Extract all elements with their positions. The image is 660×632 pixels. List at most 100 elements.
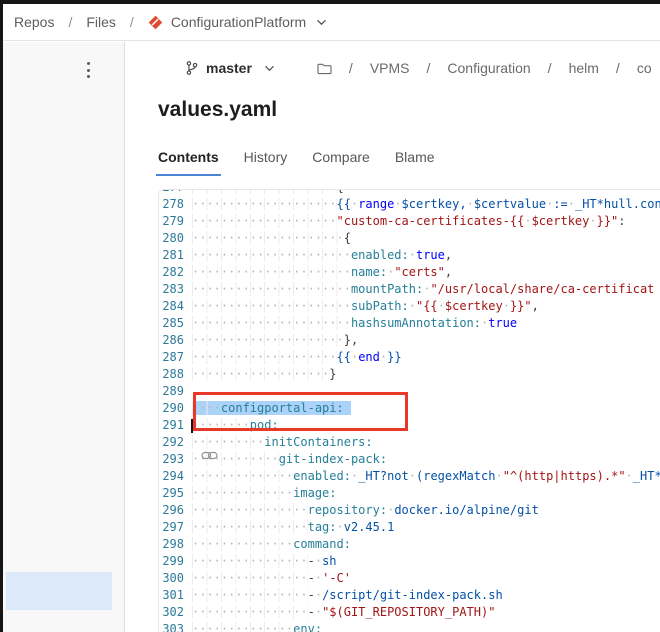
code-line[interactable]: 278····················{{·range·$certkey… bbox=[159, 196, 660, 213]
file-path-bar: master / VPMS / Configuration / helm / c… bbox=[125, 56, 660, 80]
breadcrumb-separator: / bbox=[68, 14, 72, 30]
chevron-down-icon bbox=[264, 65, 275, 72]
line-number: 294 bbox=[159, 468, 184, 485]
leading-whitespace: ················ bbox=[192, 503, 308, 517]
leading-whitespace: ···················· bbox=[192, 214, 337, 228]
code-line[interactable]: 302················-·"$(GIT_REPOSITORY_P… bbox=[159, 604, 660, 621]
tab-compare[interactable]: Compare bbox=[310, 146, 372, 176]
code-line[interactable]: 282······················name:·"certs", bbox=[159, 264, 660, 281]
line-number: 300 bbox=[159, 570, 184, 587]
leading-whitespace: ······················ bbox=[192, 265, 351, 279]
more-actions-button[interactable] bbox=[81, 59, 95, 81]
code-line[interactable]: 277····················{ bbox=[159, 189, 660, 196]
line-number: 303 bbox=[159, 621, 184, 632]
leading-whitespace: ·············· bbox=[192, 469, 293, 483]
line-number: 291 bbox=[159, 417, 184, 434]
code-line[interactable]: 299················-·sh bbox=[159, 553, 660, 570]
code-line[interactable]: 297················tag:·v2.45.1 bbox=[159, 519, 660, 536]
leading-whitespace: ················ bbox=[192, 520, 308, 534]
code-line[interactable]: 286·····················}, bbox=[159, 332, 660, 349]
code-line[interactable]: 292··········initContainers: bbox=[159, 434, 660, 451]
line-number: 280 bbox=[159, 230, 184, 247]
line-number: 297 bbox=[159, 519, 184, 536]
azure-repos-diamond-icon bbox=[148, 15, 163, 30]
code-line[interactable]: 294··············enabled:·_HT?not·(regex… bbox=[159, 468, 660, 485]
path-item-configuration[interactable]: Configuration bbox=[447, 60, 530, 76]
code-line[interactable]: 279····················"custom-ca-certif… bbox=[159, 213, 660, 230]
line-number: 287 bbox=[159, 349, 184, 366]
branch-name: master bbox=[206, 60, 252, 76]
line-number: 292 bbox=[159, 434, 184, 451]
code-line[interactable]: 303··············env: bbox=[159, 621, 660, 632]
code-line[interactable]: 280·····················{ bbox=[159, 230, 660, 247]
code-line[interactable]: 283······················mountPath:·"/us… bbox=[159, 281, 660, 298]
tree-item-highlight[interactable] bbox=[6, 572, 112, 610]
code-line[interactable]: 301················-·/script/git-index-p… bbox=[159, 587, 660, 604]
code-line[interactable]: 284······················subPath:·"{{·$c… bbox=[159, 298, 660, 315]
breadcrumb-files[interactable]: Files bbox=[86, 14, 116, 30]
line-number: 286 bbox=[159, 332, 184, 349]
line-number: 296 bbox=[159, 502, 184, 519]
leading-whitespace: ·············· bbox=[192, 622, 293, 632]
code-line[interactable]: 293············git-index-pack: bbox=[159, 451, 660, 468]
line-number: 289 bbox=[159, 383, 184, 400]
line-number: 279 bbox=[159, 213, 184, 230]
line-number: 283 bbox=[159, 281, 184, 298]
leading-whitespace: ················ bbox=[192, 605, 308, 619]
code-line[interactable]: 288···················} bbox=[159, 366, 660, 383]
leading-whitespace: ···················· bbox=[192, 197, 337, 211]
chevron-down-icon bbox=[316, 19, 327, 26]
leading-whitespace: ················ bbox=[192, 554, 308, 568]
path-separator: / bbox=[427, 60, 431, 76]
link-icon[interactable] bbox=[201, 450, 218, 461]
line-number: 278 bbox=[159, 196, 184, 213]
window-left-edge bbox=[0, 0, 3, 632]
line-number: 293 bbox=[159, 451, 184, 468]
code-line[interactable]: 285······················hashsumAnnotati… bbox=[159, 315, 660, 332]
line-number: 288 bbox=[159, 366, 184, 383]
leading-whitespace: ····················· bbox=[192, 333, 344, 347]
path-breadcrumb: / VPMS / Configuration / helm / co bbox=[317, 60, 660, 76]
path-item-helm[interactable]: helm bbox=[569, 60, 599, 76]
code-line[interactable]: 281······················enabled:·true, bbox=[159, 247, 660, 264]
tab-blame[interactable]: Blame bbox=[393, 146, 437, 176]
line-number: 277 bbox=[159, 189, 184, 196]
window-top-edge bbox=[0, 0, 660, 4]
code-line[interactable]: 295··············image: bbox=[159, 485, 660, 502]
line-number: 284 bbox=[159, 298, 184, 315]
breadcrumb-separator: / bbox=[130, 14, 134, 30]
file-tabs: Contents History Compare Blame bbox=[156, 146, 437, 176]
breadcrumb-repos[interactable]: Repos bbox=[14, 14, 54, 30]
red-annotation-box bbox=[193, 392, 408, 431]
leading-whitespace: ················ bbox=[192, 571, 308, 585]
leading-whitespace: ···················· bbox=[192, 189, 337, 194]
leading-whitespace: ···················· bbox=[192, 350, 337, 364]
leading-whitespace: ·············· bbox=[192, 486, 293, 500]
git-branch-icon bbox=[185, 60, 199, 76]
code-line[interactable]: 300················-·'-C' bbox=[159, 570, 660, 587]
repository-selector[interactable]: ConfigurationPlatform bbox=[148, 14, 327, 30]
line-number: 301 bbox=[159, 587, 184, 604]
path-item-vpms[interactable]: VPMS bbox=[370, 60, 410, 76]
tab-contents[interactable]: Contents bbox=[156, 146, 221, 176]
line-number: 302 bbox=[159, 604, 184, 621]
top-navigation-bar: Repos / Files / ConfigurationPlatform bbox=[3, 4, 660, 41]
leading-whitespace: ··················· bbox=[192, 367, 329, 381]
path-separator: / bbox=[616, 60, 620, 76]
code-line[interactable]: 296················repository:·docker.io… bbox=[159, 502, 660, 519]
code-line[interactable]: 298··············command: bbox=[159, 536, 660, 553]
code-line[interactable]: 287····················{{·end·}} bbox=[159, 349, 660, 366]
branch-selector[interactable]: master bbox=[185, 60, 275, 76]
leading-whitespace: ·············· bbox=[192, 537, 293, 551]
leading-whitespace: ·········· bbox=[192, 435, 264, 449]
line-number: 281 bbox=[159, 247, 184, 264]
path-item-truncated[interactable]: co bbox=[637, 60, 652, 76]
tab-history[interactable]: History bbox=[242, 146, 290, 176]
line-number: 295 bbox=[159, 485, 184, 502]
leading-whitespace: ····················· bbox=[192, 231, 344, 245]
repository-name: ConfigurationPlatform bbox=[171, 14, 306, 30]
path-separator: / bbox=[548, 60, 552, 76]
file-tree-sidebar bbox=[3, 42, 125, 632]
line-number: 290 bbox=[159, 400, 184, 417]
line-number: 298 bbox=[159, 536, 184, 553]
